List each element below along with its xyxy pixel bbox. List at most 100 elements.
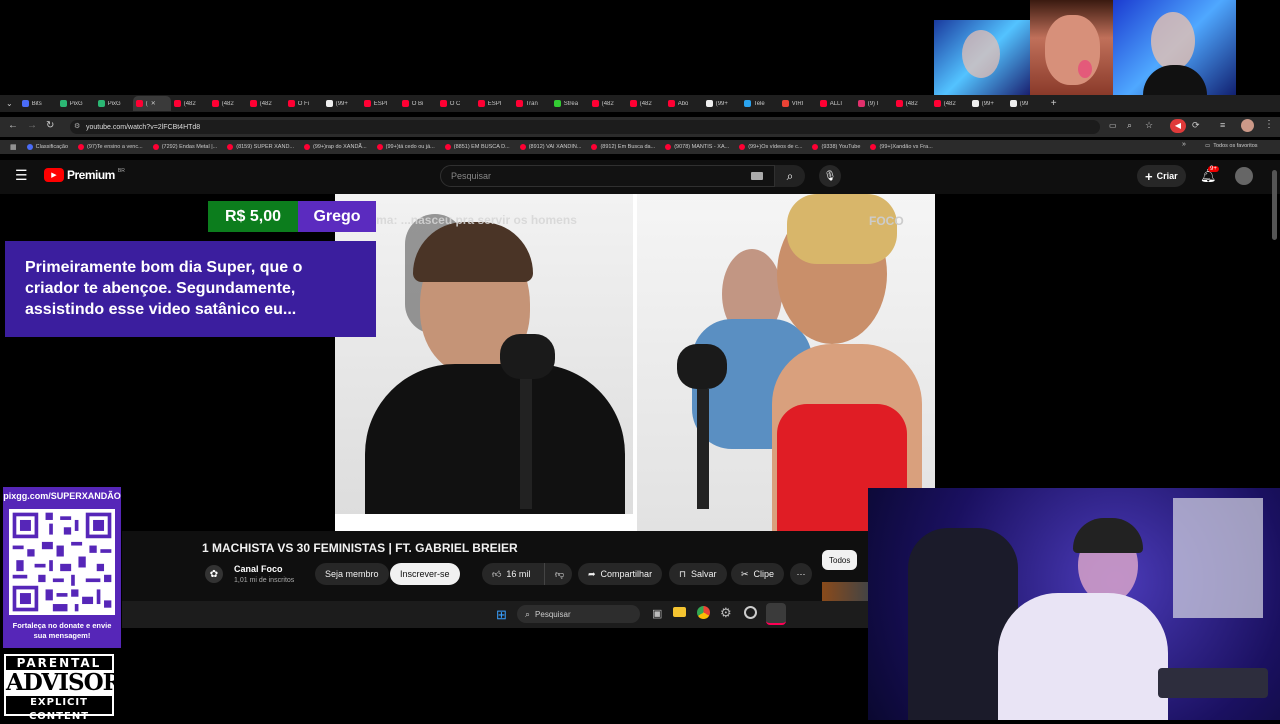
share-button[interactable]: ➦ Compartilhar bbox=[578, 563, 663, 585]
page-scrollbar[interactable] bbox=[1272, 170, 1277, 240]
chrome-icon[interactable] bbox=[697, 606, 710, 619]
star-icon[interactable]: ☆ bbox=[1145, 120, 1153, 131]
browser-tab[interactable]: (482 bbox=[209, 96, 247, 111]
obs-icon[interactable] bbox=[744, 606, 757, 619]
all-bookmarks[interactable]: ▭ Todos os favoritos bbox=[1205, 143, 1258, 149]
bookmark-item[interactable]: (9338) YouTube bbox=[812, 144, 860, 150]
join-button[interactable]: Seja membro bbox=[315, 563, 389, 585]
audio-icon[interactable]: ◀ bbox=[1170, 119, 1186, 133]
browser-tab[interactable]: (99+ bbox=[323, 96, 361, 111]
browser-tab[interactable]: PixG bbox=[57, 96, 95, 111]
browser-tab[interactable]: Abo bbox=[665, 96, 703, 111]
save-button[interactable]: ⊓ Salvar bbox=[669, 563, 727, 585]
browser-tab[interactable]: (✕ bbox=[132, 96, 171, 111]
bookmark-item[interactable]: (8912) Em Busca da... bbox=[591, 144, 655, 150]
like-button[interactable]: 👍︎ 16 mil bbox=[482, 563, 544, 585]
browser-tab[interactable]: (482 bbox=[171, 96, 209, 111]
tab-favicon-icon bbox=[971, 100, 979, 107]
channel-avatar[interactable]: ✿ bbox=[205, 565, 223, 583]
bookmark-item[interactable]: (8851) EM BUSCA D... bbox=[444, 144, 510, 150]
bookmark-item[interactable]: (7292) Endas Metal |... bbox=[152, 144, 217, 150]
browser-tab[interactable]: O C bbox=[437, 96, 475, 111]
site-info-icon[interactable]: ⚙ bbox=[74, 122, 80, 130]
channel-name[interactable]: Canal Foco bbox=[234, 564, 283, 574]
voice-search-button[interactable]: 🎙︎ bbox=[819, 165, 841, 187]
youtube-search-input[interactable]: Pesquisar bbox=[440, 165, 775, 187]
browser-tab[interactable]: O Bi bbox=[399, 96, 437, 111]
browser-tab[interactable]: (99+ bbox=[703, 96, 741, 111]
hamburger-menu-icon[interactable]: ☰ bbox=[15, 167, 28, 184]
sync-icon[interactable]: ⟳ bbox=[1192, 120, 1200, 131]
extensions-icon[interactable]: ≡ bbox=[1220, 120, 1225, 130]
more-actions-button[interactable]: ⋯ bbox=[790, 563, 812, 585]
browser-tab[interactable]: (99 bbox=[1007, 96, 1045, 111]
bookmark-label: (99+)rap do XANDÃ... bbox=[313, 144, 367, 150]
youtube-search-button[interactable]: ⌕ bbox=[775, 165, 805, 187]
recommended-thumbnail[interactable] bbox=[822, 582, 868, 602]
bookmark-item[interactable]: (8912) VAI XANDIN... bbox=[519, 144, 581, 150]
browser-tab[interactable]: (99+ bbox=[969, 96, 1007, 111]
bookmark-favicon-icon bbox=[591, 144, 598, 150]
browser-tab[interactable]: Tran bbox=[513, 96, 551, 111]
bookmark-item[interactable]: (99+)rap do XANDÃ... bbox=[304, 144, 367, 150]
task-view-icon[interactable]: ▣ bbox=[652, 607, 662, 620]
video-player[interactable]: FOCO Tema: ...nasceu pra servir os homen… bbox=[335, 194, 935, 531]
browser-tab[interactable]: (482 bbox=[931, 96, 969, 111]
browser-tab[interactable]: (9) I bbox=[855, 96, 893, 111]
pix-cta-text: Fortaleça no donate e envie sua mensagem… bbox=[12, 621, 112, 640]
zoom-icon[interactable]: ⌕ bbox=[1127, 120, 1132, 131]
youtube-logo[interactable]: ▶ Premium BR bbox=[44, 168, 125, 182]
bookmark-item[interactable]: (99+)Xandão vs Fra... bbox=[870, 144, 933, 150]
browser-tab[interactable]: (482 bbox=[247, 96, 285, 111]
browser-tab[interactable]: (482 bbox=[893, 96, 931, 111]
filter-chip-all[interactable]: Todos bbox=[822, 550, 858, 570]
active-app-icon[interactable] bbox=[766, 603, 786, 625]
apps-grid-icon[interactable]: ▦ bbox=[10, 143, 17, 151]
browser-tab[interactable]: Strea bbox=[551, 96, 589, 111]
bookmark-item[interactable]: Classificação bbox=[26, 144, 68, 150]
forward-icon[interactable]: → bbox=[27, 120, 37, 131]
bookmark-item[interactable]: (9078) MANTIS - XA... bbox=[665, 144, 729, 150]
back-icon[interactable]: ← bbox=[8, 120, 18, 131]
address-bar[interactable]: ⚙ youtube.com/watch?v=2lFCBt4HTd8 bbox=[70, 120, 1100, 134]
create-button[interactable]: + Criar bbox=[1137, 165, 1186, 187]
browser-tab[interactable]: (482 bbox=[589, 96, 627, 111]
keyboard-icon[interactable] bbox=[751, 172, 763, 180]
bookmark-item[interactable]: (97)Te ensino a venc... bbox=[78, 144, 143, 150]
account-avatar[interactable] bbox=[1235, 167, 1253, 185]
dislike-button[interactable]: 👎︎ bbox=[544, 563, 572, 585]
settings-gear-icon[interactable]: ⚙ bbox=[720, 605, 732, 621]
file-explorer-icon[interactable] bbox=[673, 607, 686, 617]
subscribe-button[interactable]: Inscrever-se bbox=[390, 563, 460, 585]
tab-favicon-icon bbox=[629, 100, 637, 107]
menu-icon[interactable]: ⋮ bbox=[1264, 119, 1274, 130]
tab-close-icon[interactable]: ✕ bbox=[151, 100, 156, 107]
browser-tab[interactable]: O Fi bbox=[285, 96, 323, 111]
new-tab-icon[interactable]: + bbox=[1045, 98, 1063, 109]
tab-favicon-icon bbox=[781, 100, 789, 107]
browser-tab[interactable]: VIRI bbox=[779, 96, 817, 111]
browser-tab[interactable]: Tele bbox=[741, 96, 779, 111]
tab-favicon-icon bbox=[21, 100, 29, 107]
browser-tab[interactable]: ESPI bbox=[361, 96, 399, 111]
bookmarks-overflow-icon[interactable]: » bbox=[1182, 141, 1186, 148]
tab-favicon-icon bbox=[135, 100, 143, 107]
bookmark-favicon-icon bbox=[519, 144, 526, 150]
browser-tab[interactable]: Bits bbox=[19, 96, 57, 111]
bookmark-item[interactable]: (99+)Os vídeos de c... bbox=[739, 144, 802, 150]
tab-search-icon[interactable]: ⌄ bbox=[0, 99, 19, 108]
bookmark-item[interactable]: (8159) SUPER XAND... bbox=[227, 144, 294, 150]
windows-start-icon[interactable]: ⊞ bbox=[496, 607, 507, 623]
browser-tab[interactable]: ESPI bbox=[475, 96, 513, 111]
browser-tab[interactable]: ALLI bbox=[817, 96, 855, 111]
windows-search-input[interactable]: ⌕ Pesquisar bbox=[517, 605, 640, 623]
browser-tab[interactable]: (482 bbox=[627, 96, 665, 111]
bookmark-icon: ⊓ bbox=[679, 568, 687, 579]
bookmark-item[interactable]: (99+)tá cedo ou já... bbox=[376, 144, 435, 150]
tab-favicon-icon bbox=[1009, 100, 1017, 107]
clip-button[interactable]: ✂ Clipe bbox=[731, 563, 785, 585]
browser-tab[interactable]: PixG bbox=[95, 96, 133, 111]
profile-avatar[interactable] bbox=[1241, 119, 1254, 132]
reload-icon[interactable]: ↻ bbox=[46, 120, 54, 131]
cast-icon[interactable]: ▭ bbox=[1109, 121, 1117, 130]
